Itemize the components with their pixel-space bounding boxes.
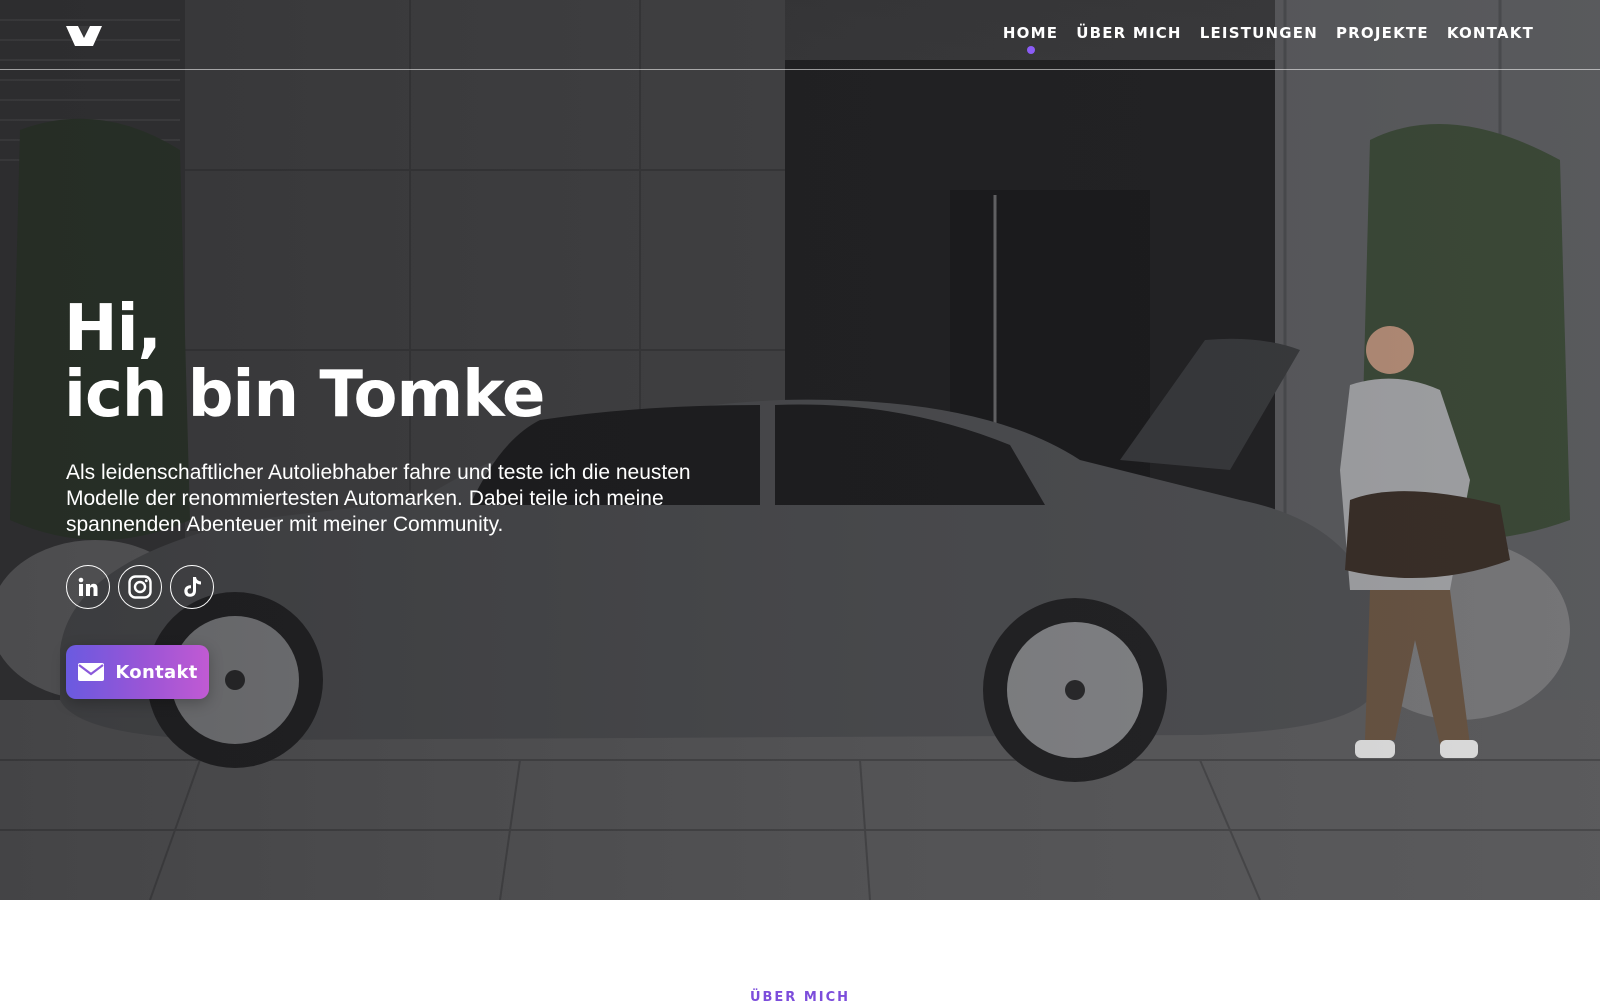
- nav-item-leistungen[interactable]: LEISTUNGEN: [1200, 24, 1318, 42]
- tiktok-icon: [184, 577, 201, 597]
- nav-item-ueber-mich[interactable]: ÜBER MICH: [1076, 24, 1182, 42]
- nav-item-label: KONTAKT: [1446, 24, 1534, 42]
- tiktok-link[interactable]: [170, 565, 214, 609]
- instagram-link[interactable]: [118, 565, 162, 609]
- mail-icon: [78, 663, 105, 681]
- hero-name: Tomke: [319, 358, 545, 432]
- section-label-ueber-mich: ÜBER MICH: [749, 990, 851, 1005]
- nav-item-label: PROJEKTE: [1335, 24, 1429, 42]
- contact-button[interactable]: Kontakt: [66, 645, 209, 699]
- hero-overlay: [0, 0, 1600, 900]
- social-links: [66, 565, 214, 609]
- main-nav: HOME ÜBER MICH LEISTUNGEN PROJEKTE KONTA…: [1002, 24, 1534, 54]
- logo-icon[interactable]: [66, 24, 102, 46]
- nav-item-label: ÜBER MICH: [1076, 24, 1182, 42]
- hero-section: HOME ÜBER MICH LEISTUNGEN PROJEKTE KONTA…: [0, 0, 1600, 900]
- nav-item-projekte[interactable]: PROJEKTE: [1336, 24, 1429, 42]
- navbar: HOME ÜBER MICH LEISTUNGEN PROJEKTE KONTA…: [0, 0, 1600, 70]
- hero-intro: Als leidenschaftlicher Autoliebhaber fah…: [66, 461, 691, 536]
- hero-greeting: Hi,: [64, 292, 162, 366]
- instagram-icon: [128, 575, 152, 599]
- hero-headline-prefix: ich bin: [64, 358, 320, 432]
- linkedin-link[interactable]: [66, 565, 110, 609]
- nav-item-kontakt[interactable]: KONTAKT: [1447, 24, 1534, 42]
- hero-headline: Hi, ich bin Tomke: [64, 296, 545, 428]
- nav-active-indicator: [1026, 46, 1035, 54]
- nav-item-label: HOME: [1002, 24, 1059, 42]
- nav-item-label: LEISTUNGEN: [1199, 24, 1318, 42]
- contact-button-label: Kontakt: [115, 661, 198, 683]
- nav-item-home[interactable]: HOME: [1002, 24, 1059, 54]
- linkedin-icon: [78, 577, 98, 596]
